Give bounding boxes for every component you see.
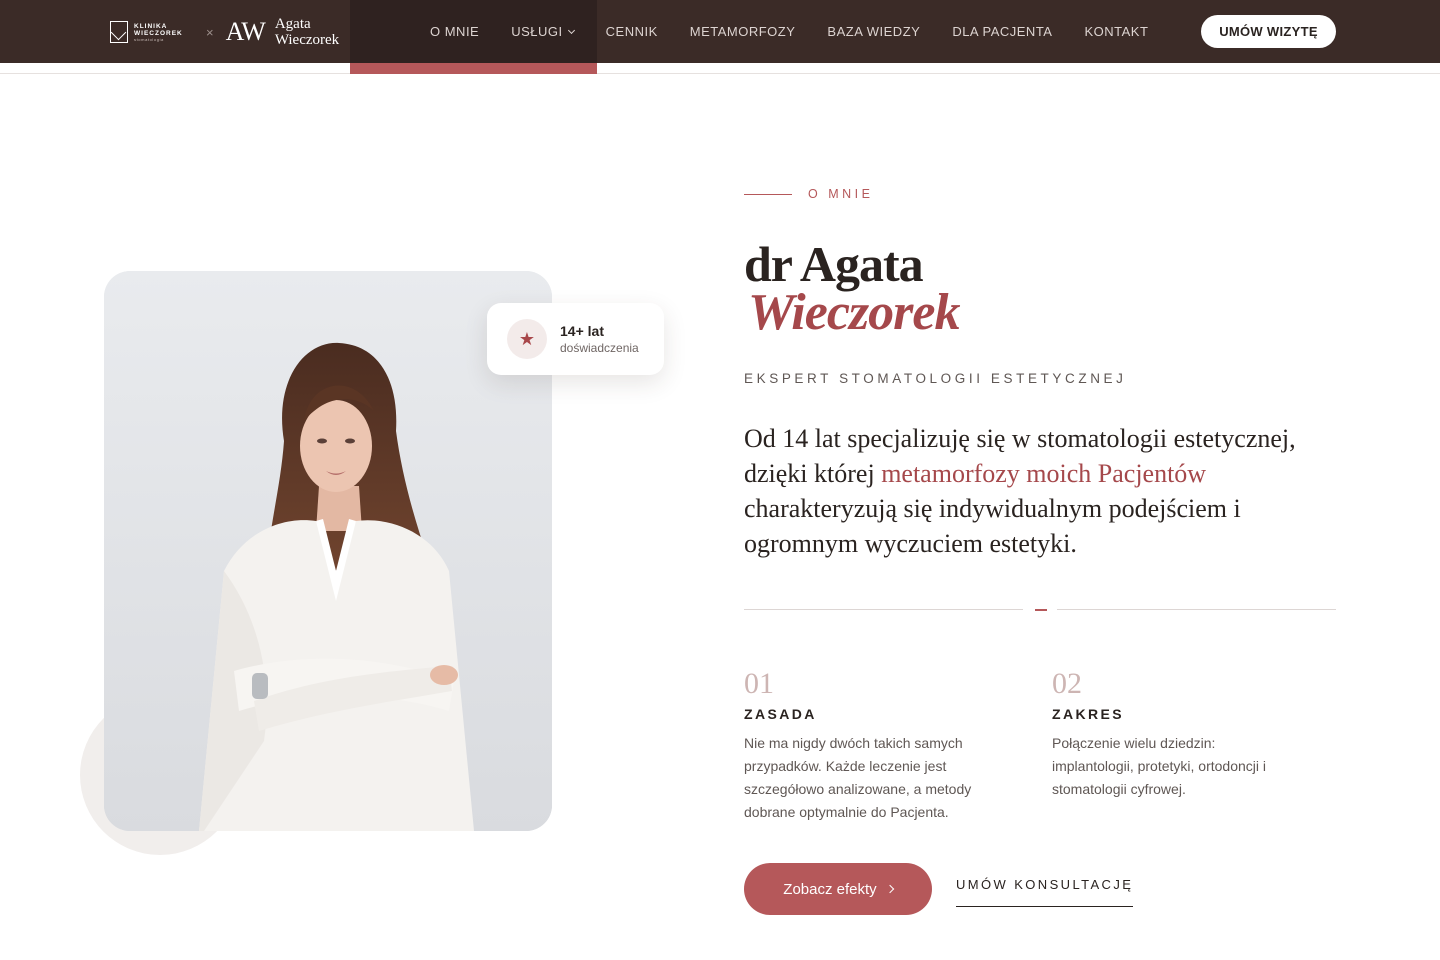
lead-paragraph: Od 14 lat specjalizuję się w stomatologi… [744,421,1334,561]
nav-label: BAZA WIEDZY [827,24,921,39]
see-results-button[interactable]: Zobacz efekty [744,863,932,915]
divider-right [1057,609,1336,610]
star-icon: ★ [507,319,547,359]
see-results-label: Zobacz efekty [783,880,877,898]
nav-label: CENNIK [605,24,658,39]
page-subtitle: EKSPERT STOMATOLOGII ESTETYCZNEJ [744,371,1127,386]
nav-active-indicator [350,63,597,74]
lead-accent-text: metamorfozy moich Pacjentów [881,459,1207,488]
feature-title: ZASADA [744,706,817,722]
portrait-illustration [104,271,552,831]
klinika-logo: KLINIKA WIECZOREK stomatologia [110,21,186,43]
brand-logo[interactable]: KLINIKA WIECZOREK stomatologia × AW Agat… [110,14,339,50]
experience-badge: ★ 14+ lat doświadczenia [487,303,664,375]
feature-text: Nie ma nigdy dwóch takich samych przypad… [744,735,972,820]
feature-number: 02 [1052,667,1082,700]
eyebrow-line [744,193,792,195]
nav-item-metamorfozy[interactable]: METAMORFOZY [690,24,796,39]
klinika-logo-subtext: stomatologia [134,36,164,42]
nav-label: METAMORFOZY [689,24,796,39]
book-consultation-link[interactable]: UMÓW KONSULTACJĘ [956,877,1134,907]
nav-item-o-mnie[interactable]: O MNIE [430,24,479,39]
brand-name-line2: Wieczorek [274,32,340,48]
nav-item-kontakt[interactable]: KONTAKT [1084,24,1148,39]
doctor-portrait-photo [104,271,552,831]
chevron-down-icon [567,26,575,34]
nav-item-baza-wiedzy[interactable]: BAZA WIEDZY [827,24,920,39]
site-header: KLINIKA WIECZOREK stomatologia × AW Agat… [0,0,1440,63]
nav-item-dla-pacjenta[interactable]: DLA PACJENTA [952,24,1052,39]
main-nav: O MNIE USŁUGI CENNIK METAMORFOZY BAZA WI… [430,0,1180,63]
page-title-line2: Wieczorek [748,284,960,341]
brand-name: Agata Wieczorek [275,16,339,48]
divider-mark [1035,609,1047,611]
feature-title: ZAKRES [1052,706,1124,722]
aw-monogram: AW [225,17,266,46]
feature-column-1: 01 ZASADA Nie ma nigdy dwóch takich samy… [744,668,994,824]
brand-separator: × [206,24,214,40]
feature-text: Połączenie wielu dziedzin: implantologii… [1052,735,1266,797]
klinika-mark-icon [110,21,128,43]
eyebrow-text: O MNIE [808,187,874,201]
klinika-logo-text: KLINIKA WIECZOREK [134,22,183,37]
chevron-right-icon [885,884,894,894]
nav-label: USŁUGI [511,24,563,39]
nav-label: KONTAKT [1084,24,1149,39]
badge-subtitle: doświadczenia [560,340,639,355]
book-visit-button[interactable]: UMÓW WIZYTĘ [1201,15,1336,48]
badge-title: 14+ lat [560,322,604,339]
divider-left [744,609,1023,610]
nav-label: DLA PACJENTA [952,24,1053,39]
feature-column-2: 02 ZAKRES Połączenie wielu dziedzin: imp… [1052,668,1292,801]
lead-text-part2: charakteryzują się indywidualnym podejśc… [744,494,1241,558]
brand-name-line1: Agata [274,16,311,32]
section-eyebrow: O MNIE [744,187,873,201]
nav-item-uslugi[interactable]: USŁUGI [511,24,575,39]
header-divider [0,63,1440,74]
nav-item-cennik[interactable]: CENNIK [606,24,658,39]
feature-number: 01 [744,667,774,700]
nav-label: O MNIE [430,24,480,39]
